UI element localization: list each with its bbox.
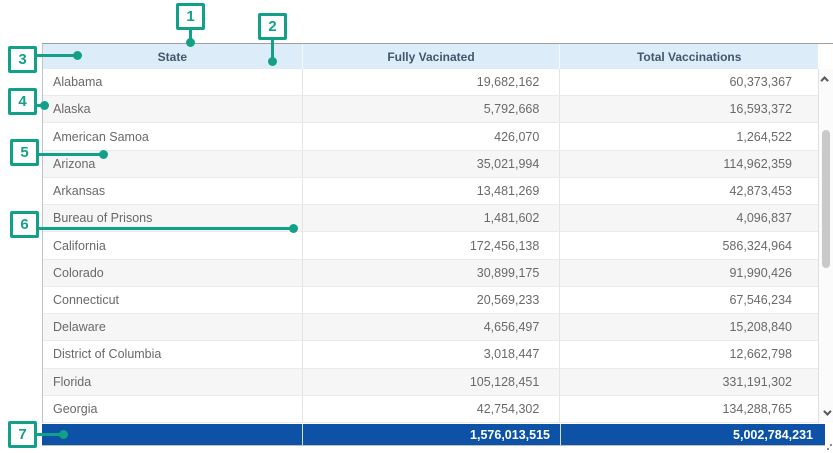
table-row[interactable]: American Samoa 426,070 1,264,522 [43, 123, 818, 150]
total-vaccinations-cell: 134,288,765 [560, 396, 818, 422]
column-header-state[interactable]: State [43, 44, 303, 69]
fully-vaccinated-cell: 19,682,162 [303, 69, 561, 95]
callout-3-line [35, 54, 76, 57]
total-vaccinations-cell: 4,096,837 [560, 205, 818, 231]
fully-vaccinated-cell: 13,481,269 [303, 178, 561, 204]
table-header-row: State Fully Vacinated Total Vaccinations [42, 44, 818, 69]
total-vaccinations-cell: 16,593,372 [560, 96, 818, 122]
state-cell: Connecticut [43, 287, 303, 313]
table-row[interactable]: District of Columbia 3,018,447 12,662,79… [43, 341, 818, 368]
fully-vaccinated-cell: 20,569,233 [303, 287, 561, 313]
chevron-up-icon [820, 76, 828, 84]
table-row[interactable]: Colorado 30,899,175 91,990,426 [43, 260, 818, 287]
state-cell: Arkansas [43, 178, 303, 204]
callout-1-dot [186, 38, 195, 47]
callout-3: 3 [8, 46, 37, 73]
state-cell: California [43, 232, 303, 258]
total-total-vaccinations: 5,002,784,231 [560, 424, 825, 445]
table-row[interactable]: Georgia 42,754,302 134,288,765 [43, 396, 818, 423]
callout-6-dot [289, 224, 298, 233]
callout-5-line [36, 153, 102, 156]
state-cell: Delaware [43, 314, 303, 340]
fully-vaccinated-cell: 105,128,451 [303, 369, 561, 395]
table-row[interactable]: California 172,456,138 586,324,964 [43, 232, 818, 259]
vaccination-table-screenshot: State Fully Vacinated Total Vaccinations… [0, 0, 833, 453]
table-total-row: 1,576,013,515 5,002,784,231 [42, 424, 825, 446]
total-vaccinations-cell: 67,546,234 [560, 287, 818, 313]
scroll-down-button[interactable] [819, 405, 833, 421]
callout-5: 5 [10, 139, 39, 166]
callout-7: 7 [8, 421, 37, 448]
column-header-total-vaccinations[interactable]: Total Vaccinations [560, 44, 818, 69]
callout-7-line [34, 433, 62, 436]
total-vaccinations-cell: 586,324,964 [560, 232, 818, 258]
table-row[interactable]: Florida 105,128,451 331,191,302 [43, 369, 818, 396]
callout-2-dot [268, 57, 277, 66]
state-cell: District of Columbia [43, 341, 303, 367]
chevron-down-icon [823, 407, 831, 415]
state-cell: Georgia [43, 396, 303, 422]
total-vaccinations-cell: 12,662,798 [560, 341, 818, 367]
fully-vaccinated-cell: 35,021,994 [303, 151, 561, 177]
callout-4: 4 [8, 88, 37, 115]
fully-vaccinated-cell: 42,754,302 [303, 396, 561, 422]
state-cell: Colorado [43, 260, 303, 286]
callout-4-dot [40, 101, 49, 110]
table-row[interactable]: Connecticut 20,569,233 67,546,234 [43, 287, 818, 314]
table-row[interactable]: Alabama 19,682,162 60,373,367 [43, 69, 818, 96]
fully-vaccinated-cell: 30,899,175 [303, 260, 561, 286]
callout-6-line [36, 227, 292, 230]
scrollbar-thumb[interactable] [822, 130, 830, 268]
table-row[interactable]: Delaware 4,656,497 15,208,840 [43, 314, 818, 341]
callout-6: 6 [10, 211, 39, 238]
total-fully-vaccinated: 1,576,013,515 [302, 424, 560, 445]
resize-grip-icon[interactable] [826, 444, 832, 450]
total-vaccinations-cell: 60,373,367 [560, 69, 818, 95]
state-cell: Alaska [43, 96, 303, 122]
fully-vaccinated-cell: 4,656,497 [303, 314, 561, 340]
table-row[interactable]: Arizona 35,021,994 114,962,359 [43, 151, 818, 178]
table-row[interactable]: Alaska 5,792,668 16,593,372 [43, 96, 818, 123]
callout-1: 1 [176, 3, 205, 30]
fully-vaccinated-cell: 5,792,668 [303, 96, 561, 122]
state-cell: Florida [43, 369, 303, 395]
table-row[interactable]: Arkansas 13,481,269 42,873,453 [43, 178, 818, 205]
fully-vaccinated-cell: 426,070 [303, 123, 561, 149]
fully-vaccinated-cell: 1,481,602 [303, 205, 561, 231]
fully-vaccinated-cell: 3,018,447 [303, 341, 561, 367]
total-vaccinations-cell: 15,208,840 [560, 314, 818, 340]
total-vaccinations-cell: 331,191,302 [560, 369, 818, 395]
fully-vaccinated-cell: 172,456,138 [303, 232, 561, 258]
total-vaccinations-cell: 91,990,426 [560, 260, 818, 286]
scroll-up-button[interactable] [819, 71, 833, 87]
callout-5-dot [99, 150, 108, 159]
callout-7-dot [59, 430, 68, 439]
total-label-cell [42, 424, 302, 445]
total-vaccinations-cell: 1,264,522 [560, 123, 818, 149]
vertical-scrollbar[interactable] [818, 69, 833, 423]
state-cell: Alabama [43, 69, 303, 95]
total-vaccinations-cell: 114,962,359 [560, 151, 818, 177]
callout-3-dot [73, 51, 82, 60]
table-body: Alabama 19,682,162 60,373,367 Alaska 5,7… [42, 69, 818, 423]
state-cell: American Samoa [43, 123, 303, 149]
total-vaccinations-cell: 42,873,453 [560, 178, 818, 204]
callout-2: 2 [258, 13, 287, 40]
column-header-fully-vaccinated[interactable]: Fully Vacinated [303, 44, 561, 69]
